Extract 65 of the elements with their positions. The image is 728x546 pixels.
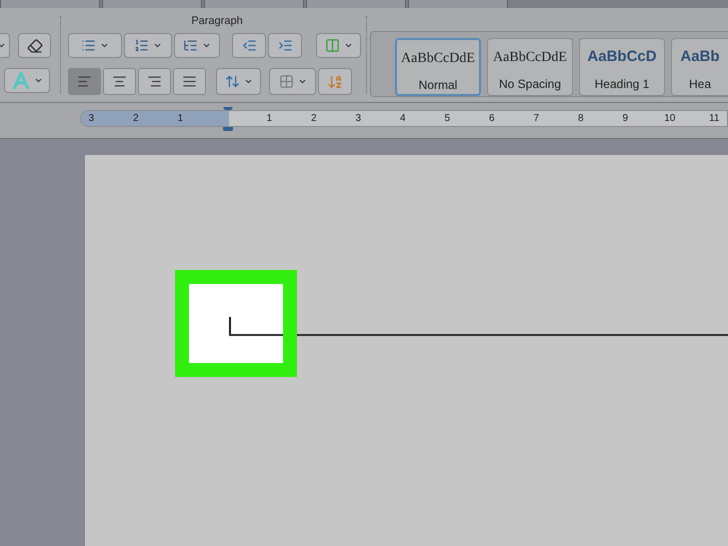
align-button[interactable] [68,68,101,95]
line-spacing-button[interactable] [216,68,261,95]
style-swatch[interactable]: AaBb Hea [671,38,728,96]
ruler-number: 3 [354,112,362,126]
caret-icon [298,77,306,86]
align-icon [77,74,92,89]
align-icon [147,74,162,89]
bullets-button[interactable] [68,33,122,58]
style-preview: AaBbCcDdE [493,48,567,66]
sort-button[interactable] [318,68,352,95]
ruler-number: 1 [265,112,274,126]
line-spacing-icon [224,74,240,89]
style-swatch[interactable]: AaBbCcDdE No Spacing [487,38,573,96]
align-button[interactable] [173,68,206,95]
ruler-number: 6 [488,112,496,126]
style-swatch[interactable]: AaBbCcDdE Normal [395,38,481,96]
sort-icon [327,74,343,90]
caret-icon [100,41,109,50]
multilevel-list-button[interactable] [174,33,220,58]
ruler-number: 3 [87,112,96,126]
columns-button[interactable] [316,33,361,58]
outdent-icon [242,38,256,53]
indent-icon [278,38,292,53]
multilevel-list-icon [183,38,198,53]
text-effects-button[interactable] [4,68,50,93]
ruler-number: 2 [132,112,140,126]
ruler-number: 2 [310,112,318,126]
style-name: Normal [418,77,458,94]
clear-formatting-button[interactable] [18,33,51,58]
style-swatch[interactable]: AaBbCcD Heading 1 [579,38,665,96]
ruler-number: 1 [176,112,184,126]
style-name: Hea [688,76,711,93]
numbering-button[interactable] [124,33,172,58]
align-button[interactable] [103,68,136,95]
ruler-number: 8 [576,112,585,126]
caret-icon [244,77,252,86]
ruler-number: 4 [398,112,407,126]
borders-button[interactable] [269,68,316,95]
caret-icon [34,76,42,85]
bullet-list-icon [81,38,96,53]
ruler-number: 7 [532,112,540,126]
style-preview: AaBbCcDdE [401,50,475,68]
borders-icon [278,74,294,89]
ruler-number: 11 [708,112,720,126]
caret-icon [153,41,162,50]
decrease-indent-button[interactable] [232,33,266,58]
eraser-icon [26,38,42,54]
ruler-number: 9 [621,112,630,126]
increase-indent-button[interactable] [268,33,302,58]
outlined-letter-icon [12,72,30,90]
style-preview: AaBb [680,46,720,67]
align-button[interactable] [138,68,171,95]
align-icon [112,74,127,89]
style-name: Heading 1 [594,76,650,93]
indent-marker-icon [222,106,234,132]
caret-icon [344,41,352,50]
columns-icon [324,38,340,53]
ruler-number: 10 [663,112,676,126]
ruler-number: 5 [443,112,452,126]
style-preview: AaBbCcD [587,46,657,67]
caret-icon [202,41,211,50]
align-icon [182,74,197,89]
group-label: Paragraph [191,14,243,28]
numbered-list-icon [134,38,149,53]
style-name: No Spacing [498,76,562,93]
